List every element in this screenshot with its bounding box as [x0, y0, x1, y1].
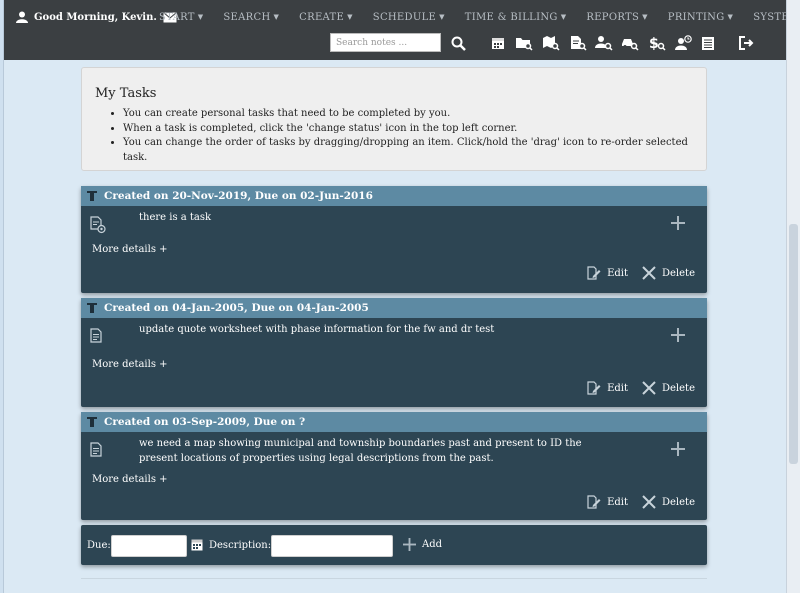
task-description: we need a map showing municipal and town… [139, 438, 582, 464]
change-status-icon[interactable] [90, 328, 104, 347]
add-plus-icon [403, 538, 416, 551]
edit-icon [587, 381, 601, 395]
vehicle-search-icon[interactable] [620, 33, 640, 53]
description-label: Description: [209, 540, 272, 551]
search-notes-input[interactable] [330, 33, 441, 52]
instruction-item: You can change the order of tasks by dra… [123, 136, 694, 165]
change-status-icon[interactable] [90, 442, 104, 461]
task-description: there is a task [139, 212, 212, 223]
document-search-icon[interactable] [568, 33, 588, 53]
menu-start[interactable]: START ▼ [159, 12, 203, 23]
task-card: Created on 04-Jan-2005, Due on 04-Jan-20… [81, 298, 707, 407]
my-tasks-info: My Tasks You can create personal tasks t… [81, 67, 707, 171]
main-menu: START ▼ SEARCH ▼ CREATE ▼ SCHEDULE ▼ TIME & … [159, 12, 800, 23]
menu-search[interactable]: SEARCH ▼ [223, 12, 279, 23]
task-header: Created on 04-Jan-2005, Due on 04-Jan-20… [81, 298, 707, 318]
billing-search-icon[interactable]: $ [647, 33, 667, 53]
more-details-link[interactable]: More details + [92, 244, 168, 255]
list-icon[interactable] [698, 33, 718, 53]
add-task-button[interactable]: Add [403, 538, 442, 551]
task-card: Created on 03-Sep-2009, Due on ? we need… [81, 412, 707, 520]
greeting: Good Morning, Kevin. [16, 11, 177, 23]
page-title: My Tasks [95, 86, 157, 101]
delete-x-icon [642, 495, 656, 509]
more-details-link[interactable]: More details + [92, 359, 168, 370]
vertical-scrollbar[interactable] [786, 0, 800, 593]
task-header: Created on 03-Sep-2009, Due on ? [81, 412, 707, 432]
edit-icon [587, 495, 601, 509]
edit-button[interactable]: Edit [587, 266, 628, 280]
menu-schedule[interactable]: SCHEDULE ▼ [373, 12, 445, 23]
top-navigation: Good Morning, Kevin. START ▼ SEARCH ▼ CREA… [4, 0, 799, 60]
user-icon[interactable] [16, 11, 28, 23]
task-header-text: Created on 04-Jan-2005, Due on 04-Jan-20… [104, 302, 369, 314]
edit-icon [587, 266, 601, 280]
instructions-list: You can create personal tasks that need … [95, 107, 694, 165]
more-details-link[interactable]: More details + [92, 474, 168, 485]
map-search-icon[interactable] [541, 33, 561, 53]
menu-time-billing[interactable]: TIME & BILLING ▼ [465, 12, 567, 23]
divider [81, 578, 707, 579]
menu-printing[interactable]: PRINTING ▼ [668, 12, 733, 23]
drag-icon[interactable] [85, 302, 98, 314]
description-input[interactable] [271, 535, 393, 557]
task-card: Created on 20-Nov-2019, Due on 02-Jun-20… [81, 186, 707, 293]
window-left-edge [0, 0, 4, 593]
folder-search-icon[interactable] [514, 33, 534, 53]
greeting-text: Good Morning, Kevin. [34, 11, 157, 23]
delete-x-icon [642, 266, 656, 280]
expand-plus-icon[interactable] [671, 216, 685, 233]
delete-button[interactable]: Delete [642, 381, 695, 395]
menu-reports[interactable]: REPORTS ▼ [586, 12, 647, 23]
edit-button[interactable]: Edit [587, 381, 628, 395]
task-header-text: Created on 20-Nov-2019, Due on 02-Jun-20… [104, 190, 373, 202]
delete-button[interactable]: Delete [642, 266, 695, 280]
instruction-item: You can create personal tasks that need … [123, 107, 694, 122]
task-description: update quote worksheet with phase inform… [139, 324, 495, 335]
delete-button[interactable]: Delete [642, 495, 695, 509]
delete-x-icon [642, 381, 656, 395]
user-clock-icon[interactable] [674, 33, 694, 53]
svg-text:$: $ [649, 36, 659, 51]
edit-button[interactable]: Edit [587, 495, 628, 509]
logout-icon[interactable] [737, 33, 757, 53]
drag-icon[interactable] [85, 190, 98, 202]
user-search-icon[interactable] [594, 33, 614, 53]
instruction-item: When a task is completed, click the 'cha… [123, 122, 694, 137]
drag-icon[interactable] [85, 416, 98, 428]
due-label: Due: [87, 540, 111, 551]
calendar-icon[interactable] [488, 33, 508, 53]
add-task-bar: Due: Description: Add [81, 525, 707, 565]
scrollbar-thumb[interactable] [789, 224, 798, 464]
calendar-picker-icon[interactable] [191, 538, 203, 554]
due-date-input[interactable] [111, 535, 187, 557]
expand-plus-icon[interactable] [671, 328, 685, 345]
task-header-text: Created on 03-Sep-2009, Due on ? [104, 416, 306, 428]
menu-create[interactable]: CREATE ▼ [299, 12, 353, 23]
task-header: Created on 20-Nov-2019, Due on 02-Jun-20… [81, 186, 707, 206]
search-icon[interactable] [448, 33, 468, 53]
change-status-icon[interactable] [90, 216, 106, 237]
expand-plus-icon[interactable] [671, 442, 685, 459]
